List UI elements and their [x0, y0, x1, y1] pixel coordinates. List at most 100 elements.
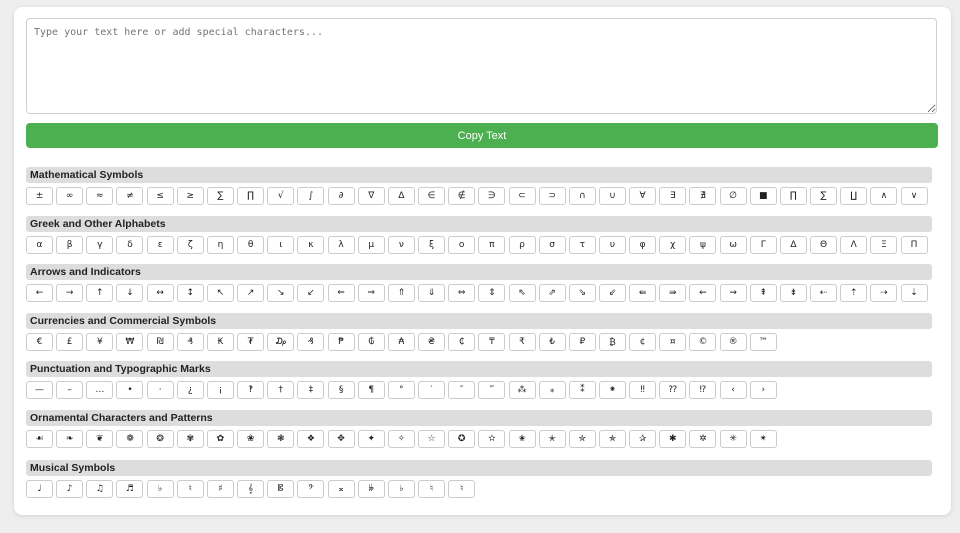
char-button[interactable]: ⇝	[719, 284, 747, 302]
char-button[interactable]: ›	[749, 381, 777, 399]
char-button[interactable]: ρ	[508, 236, 536, 254]
char-button[interactable]: ″	[448, 381, 476, 399]
char-button[interactable]: ✱	[659, 430, 687, 448]
char-button[interactable]: ₭	[206, 333, 234, 351]
char-button[interactable]: 𝄞	[237, 480, 265, 498]
char-button[interactable]: ✿	[206, 430, 234, 448]
char-button[interactable]: ↕	[176, 284, 204, 302]
char-button[interactable]: ⇠	[810, 284, 838, 302]
char-button[interactable]: ₳	[387, 333, 415, 351]
char-button[interactable]: ❂	[146, 430, 174, 448]
char-button[interactable]: ⇐	[327, 284, 355, 302]
char-button[interactable]: ο	[448, 236, 476, 254]
char-button[interactable]: ∀	[629, 187, 657, 205]
char-button[interactable]: ♩	[26, 480, 53, 498]
char-button[interactable]: …	[86, 381, 114, 399]
char-button[interactable]: ¢	[629, 333, 657, 351]
char-button[interactable]: ∂	[327, 187, 355, 205]
char-button[interactable]: ¥	[86, 333, 114, 351]
char-button[interactable]: ∅	[719, 187, 747, 205]
char-button[interactable]: ₸	[478, 333, 506, 351]
char-button[interactable]: ■	[749, 187, 777, 205]
char-button[interactable]: ∉	[448, 187, 476, 205]
char-button[interactable]: ₪	[146, 333, 174, 351]
char-button[interactable]: ⇜	[689, 284, 717, 302]
char-button[interactable]: ≥	[176, 187, 204, 205]
char-button[interactable]: 𝄪	[327, 480, 355, 498]
char-button[interactable]: ⊃	[538, 187, 566, 205]
char-button[interactable]: ∞	[56, 187, 84, 205]
char-button[interactable]: ⇖	[508, 284, 536, 302]
char-button[interactable]: ∪	[598, 187, 626, 205]
char-button[interactable]: ‹	[719, 381, 747, 399]
char-button[interactable]: χ	[659, 236, 687, 254]
char-button[interactable]: ⇒	[357, 284, 385, 302]
char-button[interactable]: ♮	[176, 480, 204, 498]
char-button[interactable]: ⇚	[629, 284, 657, 302]
char-button[interactable]: ⇣	[900, 284, 928, 302]
char-button[interactable]: ⁂	[508, 381, 536, 399]
char-button[interactable]: ✫	[478, 430, 506, 448]
char-button[interactable]: ₵	[448, 333, 476, 351]
char-button[interactable]: ∈	[418, 187, 446, 205]
char-button[interactable]: ⇗	[538, 284, 566, 302]
char-button[interactable]: ♫	[86, 480, 114, 498]
char-button[interactable]: ∑	[810, 187, 838, 205]
char-button[interactable]: ≠	[116, 187, 144, 205]
char-button[interactable]: ₰	[297, 333, 325, 351]
char-button[interactable]: ₰	[176, 333, 204, 351]
char-button[interactable]: ™	[749, 333, 777, 351]
char-button[interactable]: ♯	[206, 480, 234, 498]
char-button[interactable]: ⁉	[689, 381, 717, 399]
char-button[interactable]: ₱	[327, 333, 355, 351]
char-button[interactable]: ∄	[689, 187, 717, 205]
char-button[interactable]: ∐	[840, 187, 868, 205]
char-button[interactable]: ✴	[749, 430, 777, 448]
char-button[interactable]: ¶	[357, 381, 385, 399]
char-button[interactable]: ‡	[297, 381, 325, 399]
char-button[interactable]: ⁑	[568, 381, 596, 399]
char-button[interactable]: ∃	[659, 187, 687, 205]
char-button[interactable]: ≈	[86, 187, 114, 205]
char-button[interactable]: ⇢	[870, 284, 898, 302]
char-button[interactable]: ®	[719, 333, 747, 351]
char-button[interactable]: †	[267, 381, 295, 399]
char-button[interactable]: ✥	[327, 430, 355, 448]
char-button[interactable]: κ	[297, 236, 325, 254]
char-button[interactable]: ₺	[538, 333, 566, 351]
char-button[interactable]: ⇟	[779, 284, 807, 302]
char-button[interactable]: ⇓	[418, 284, 446, 302]
char-button[interactable]: υ	[598, 236, 626, 254]
char-button[interactable]: β	[56, 236, 84, 254]
char-button[interactable]: ν	[387, 236, 415, 254]
char-button[interactable]: ⇞	[749, 284, 777, 302]
char-button[interactable]: —	[26, 381, 53, 399]
char-button[interactable]: ✾	[176, 430, 204, 448]
char-button[interactable]: ι	[267, 236, 295, 254]
char-button[interactable]: ☙	[26, 430, 53, 448]
char-button[interactable]: ₴	[418, 333, 446, 351]
char-button[interactable]: α	[26, 236, 53, 254]
char-button[interactable]: ❦	[86, 430, 114, 448]
char-button[interactable]: ❃	[267, 430, 295, 448]
char-button[interactable]: ←	[26, 284, 53, 302]
char-button[interactable]: ξ	[418, 236, 446, 254]
char-button[interactable]: ₩	[116, 333, 144, 351]
char-button[interactable]: •	[116, 381, 144, 399]
char-button[interactable]: ♬	[116, 480, 144, 498]
char-button[interactable]: §	[327, 381, 355, 399]
char-button[interactable]: ✭	[538, 430, 566, 448]
char-button[interactable]: ↔	[146, 284, 174, 302]
char-button[interactable]: ↙	[297, 284, 325, 302]
char-button[interactable]: ✦	[357, 430, 385, 448]
char-button[interactable]: ±	[26, 187, 53, 205]
char-button[interactable]: ₯	[267, 333, 295, 351]
char-button[interactable]: ⇕	[478, 284, 506, 302]
char-button[interactable]: ↘	[267, 284, 295, 302]
char-button[interactable]: ∨	[900, 187, 928, 205]
char-button[interactable]: –	[56, 381, 84, 399]
char-button[interactable]: €	[26, 333, 53, 351]
char-button[interactable]: ↑	[86, 284, 114, 302]
char-button[interactable]: ⇘	[568, 284, 596, 302]
char-button[interactable]: ε	[146, 236, 174, 254]
